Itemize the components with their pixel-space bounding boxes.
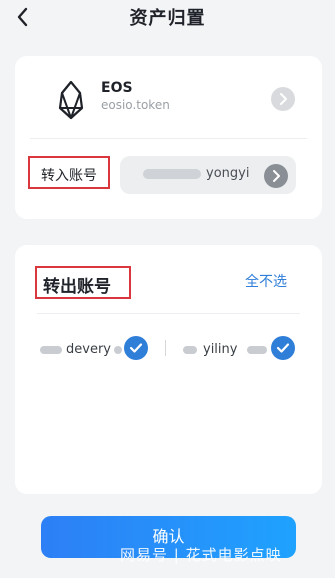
checked-icon[interactable]: [271, 336, 295, 360]
blurred-text: [183, 346, 197, 354]
separator: [165, 340, 166, 356]
token-contract: eosio.token: [101, 98, 170, 112]
page-title: 资产归置: [129, 8, 206, 29]
transfer-account-item[interactable]: yiliny: [183, 335, 295, 365]
receive-account-chevron: [264, 164, 288, 188]
transfer-account-label: devery: [66, 342, 111, 357]
receive-account-selector[interactable]: yongyi: [120, 156, 296, 194]
transfer-out-title: 转出账号: [43, 277, 111, 297]
receive-account-value: yongyi: [206, 166, 250, 181]
blurred-text: [143, 169, 201, 179]
deselect-all-button[interactable]: 全不选: [245, 271, 287, 291]
blurred-text: [247, 346, 267, 354]
token-card: EOS eosio.token 转入账号 yongyi: [15, 56, 322, 219]
transfer-account-label: yiliny: [203, 342, 238, 357]
token-name: EOS: [101, 80, 133, 96]
token-select-button[interactable]: [271, 87, 295, 111]
watermark: 网易号 | 花式电影点映: [120, 546, 282, 564]
eos-logo-icon: [49, 78, 93, 122]
transfer-account-item[interactable]: devery: [40, 335, 150, 365]
blurred-text: [114, 346, 122, 354]
checked-icon[interactable]: [124, 336, 148, 360]
divider: [30, 138, 307, 139]
chevron-right-icon: [273, 170, 280, 182]
blurred-text: [40, 346, 62, 354]
chevron-right-icon: [280, 93, 287, 105]
top-bar: 资产归置: [0, 0, 335, 36]
receive-account-label: 转入账号: [41, 168, 97, 184]
divider: [37, 313, 300, 314]
transfer-out-card: 转出账号 全不选 devery yiliny: [15, 245, 322, 494]
